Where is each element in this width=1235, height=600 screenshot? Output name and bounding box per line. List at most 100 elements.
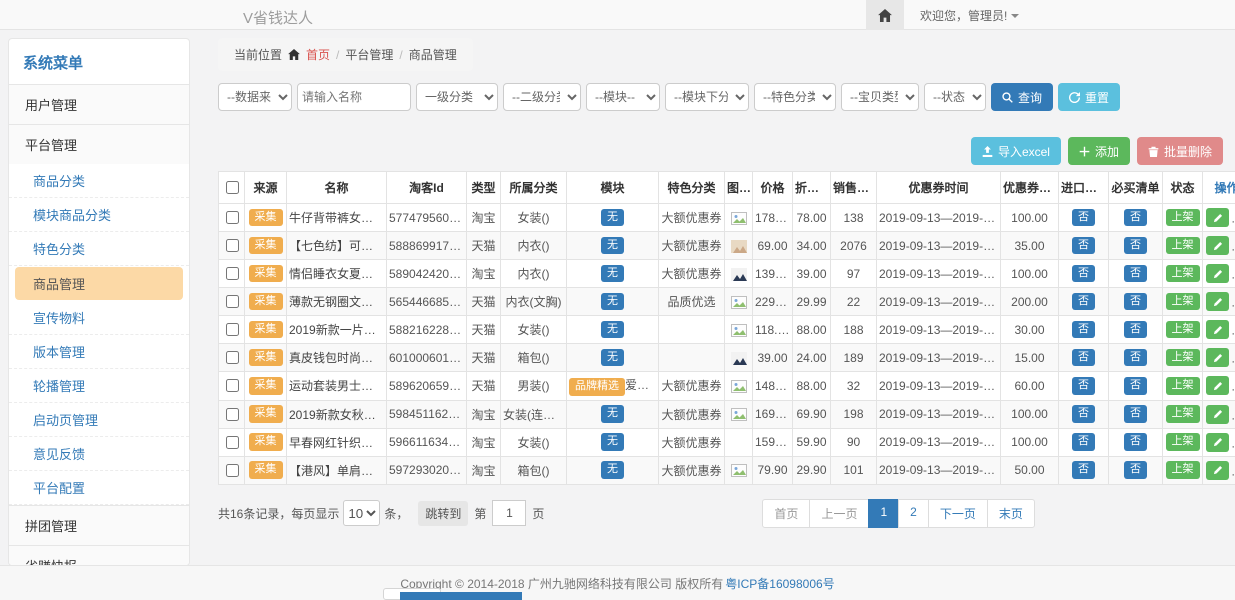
edit-button[interactable] [1206,433,1229,452]
status-badge[interactable]: 上架 [1166,237,1200,255]
must-buy-badge[interactable]: 否 [1124,293,1147,311]
refresh-icon [1069,92,1080,103]
status-badge[interactable]: 上架 [1166,405,1200,423]
import-select-badge[interactable]: 否 [1072,265,1095,283]
must-buy-badge[interactable]: 否 [1124,377,1147,395]
row-checkbox[interactable] [226,295,239,308]
edit-button[interactable] [1206,208,1229,227]
must-buy-badge[interactable]: 否 [1124,265,1147,283]
pager-2[interactable]: 2 [898,499,929,528]
module-select[interactable]: --模块-- [586,83,660,111]
source-badge: 采集 [249,321,283,339]
import-select-badge[interactable]: 否 [1072,209,1095,227]
user-menu[interactable]: 欢迎您，管理员! [920,7,1019,24]
sidebar-item-省赚快报[interactable]: 省赚快报 [9,545,189,566]
must-buy-badge[interactable]: 否 [1124,237,1147,255]
home-button[interactable] [866,0,904,30]
page-size-select[interactable]: 10 [343,500,380,526]
edit-button[interactable] [1206,376,1229,395]
row-checkbox[interactable] [226,351,239,364]
import-select-cell: 否 [1059,232,1109,260]
sidebar-item-用户管理[interactable]: 用户管理 [9,84,189,124]
import-select-badge[interactable]: 否 [1072,321,1095,339]
pager-下一页[interactable]: 下一页 [928,499,988,528]
pager-首页[interactable]: 首页 [762,499,810,528]
edit-button[interactable] [1206,348,1229,367]
must-buy-badge[interactable]: 否 [1124,321,1147,339]
must-buy-badge[interactable]: 否 [1124,405,1147,423]
import-select-cell: 否 [1059,288,1109,316]
sidebar-item-商品分类[interactable]: 商品分类 [9,164,189,198]
icp-link[interactable]: 粤ICP备16098006号 [725,575,834,592]
pager-末页[interactable]: 末页 [987,499,1035,528]
row-checkbox[interactable] [226,379,239,392]
jump-to-button[interactable]: 跳转到 [418,501,468,526]
status-badge[interactable]: 上架 [1166,349,1200,367]
status-badge[interactable]: 上架 [1166,209,1200,227]
row-checkbox[interactable] [226,323,239,336]
reset-button[interactable]: 重置 [1058,83,1120,111]
sidebar-item-商品管理[interactable]: 商品管理 [15,267,183,300]
sidebar-item-平台管理[interactable]: 平台管理 [9,124,189,164]
import-select-badge[interactable]: 否 [1072,433,1095,451]
row-checkbox[interactable] [226,211,239,224]
breadcrumb-home-link[interactable]: 首页 [306,46,330,63]
row-checkbox[interactable] [226,408,239,421]
name-input[interactable] [297,83,411,111]
import-excel-button[interactable]: 导入excel [971,137,1061,165]
sidebar-item-启动页管理[interactable]: 启动页管理 [9,403,189,437]
price-cell: 178.00 [753,204,793,232]
edit-button[interactable] [1206,292,1229,311]
must-buy-badge[interactable]: 否 [1124,461,1147,479]
sidebar-item-版本管理[interactable]: 版本管理 [9,335,189,369]
module-sub-category-select[interactable]: --模块下分类-- [665,83,749,111]
import-select-badge[interactable]: 否 [1072,349,1095,367]
bottom-scrollbar[interactable] [400,592,522,600]
item-type-select[interactable]: --宝贝类型-- [841,83,919,111]
select-all-checkbox[interactable] [226,181,239,194]
search-button[interactable]: 查询 [991,83,1053,111]
row-checkbox[interactable] [226,267,239,280]
data-source-select[interactable]: --数据来源-- [218,83,292,111]
import-select-badge[interactable]: 否 [1072,461,1095,479]
row-checkbox[interactable] [226,436,239,449]
must-buy-badge[interactable]: 否 [1124,433,1147,451]
sidebar-item-平台配置[interactable]: 平台配置 [9,471,189,505]
sidebar-item-拼团管理[interactable]: 拼团管理 [9,505,189,545]
status-select[interactable]: --状态-- [924,83,986,111]
batch-delete-button[interactable]: 批量删除 [1137,137,1223,165]
edit-button[interactable] [1206,320,1229,339]
row-checkbox[interactable] [226,464,239,477]
level2-category-select[interactable]: --二级分类-- [503,83,581,111]
must-buy-badge[interactable]: 否 [1124,349,1147,367]
level1-category-select[interactable]: 一级分类 [416,83,498,111]
status-badge[interactable]: 上架 [1166,265,1200,283]
row-checkbox[interactable] [226,239,239,252]
import-select-badge[interactable]: 否 [1072,377,1095,395]
status-badge[interactable]: 上架 [1166,377,1200,395]
edit-button[interactable] [1206,461,1229,480]
filter-bar: --数据来源-- 一级分类--二级分类----模块----模块下分类----特色分… [218,83,1223,111]
must-buy-badge[interactable]: 否 [1124,209,1147,227]
edit-button[interactable] [1206,405,1229,424]
sidebar-item-宣传物料[interactable]: 宣传物料 [9,301,189,335]
pager-1[interactable]: 1 [868,499,899,528]
import-select-badge[interactable]: 否 [1072,293,1095,311]
import-select-badge[interactable]: 否 [1072,237,1095,255]
status-badge[interactable]: 上架 [1166,461,1200,479]
sidebar-item-意见反馈[interactable]: 意见反馈 [9,437,189,471]
status-badge[interactable]: 上架 [1166,293,1200,311]
category-cell: 女装() [501,428,567,456]
edit-button[interactable] [1206,264,1229,283]
page-number-input[interactable] [492,500,526,526]
pager-上一页[interactable]: 上一页 [809,499,869,528]
status-badge[interactable]: 上架 [1166,433,1200,451]
feature-category-select[interactable]: --特色分类-- [754,83,836,111]
import-select-badge[interactable]: 否 [1072,405,1095,423]
add-button[interactable]: 添加 [1068,137,1130,165]
sidebar-item-特色分类[interactable]: 特色分类 [9,232,189,266]
sidebar-item-模块商品分类[interactable]: 模块商品分类 [9,198,189,232]
status-badge[interactable]: 上架 [1166,321,1200,339]
edit-button[interactable] [1206,236,1229,255]
sidebar-item-轮播管理[interactable]: 轮播管理 [9,369,189,403]
